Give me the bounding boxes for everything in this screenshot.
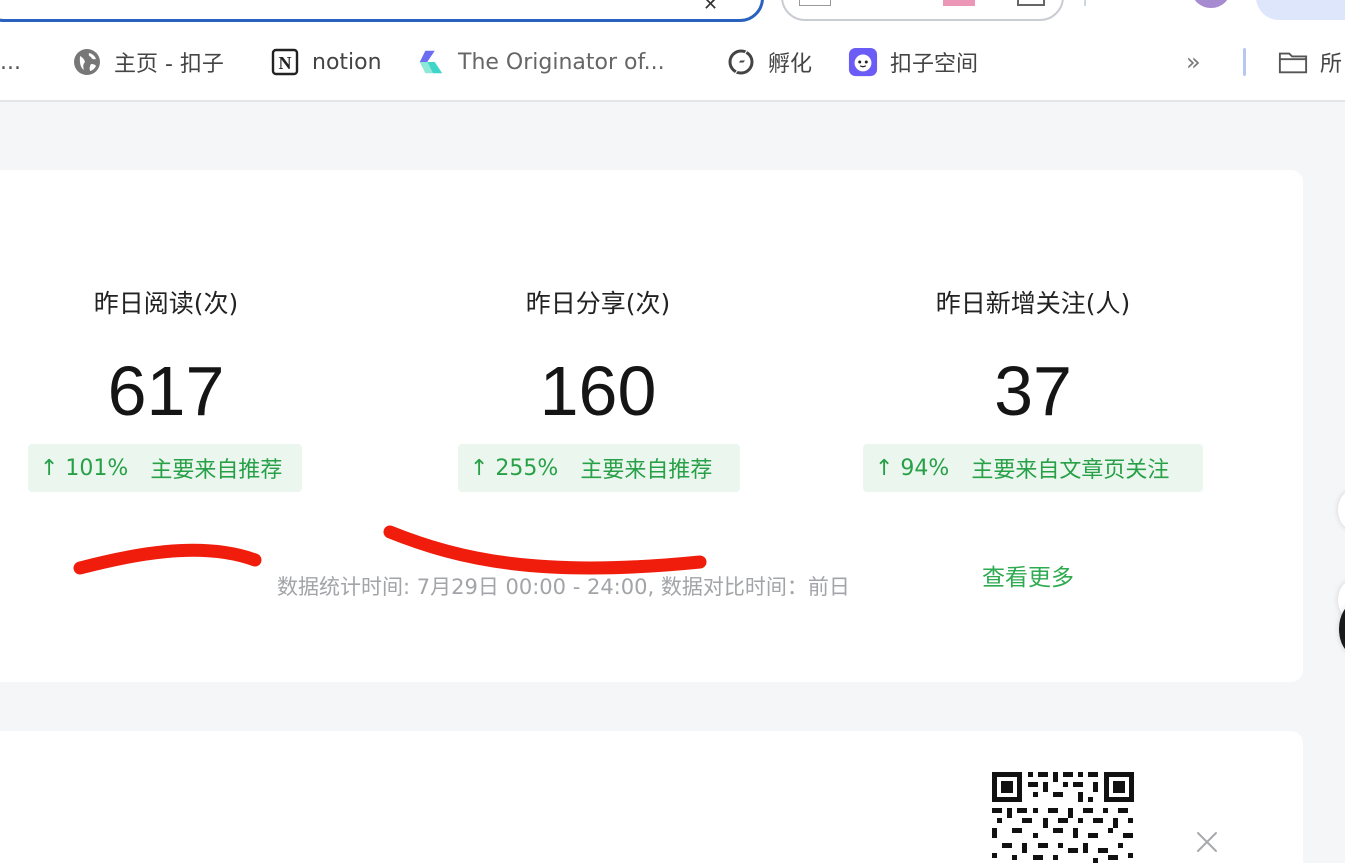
- bookmark-the-originator[interactable]: The Originator of...: [416, 44, 665, 80]
- address-bar[interactable]: [0, 0, 764, 22]
- bookmark-label: The Originator of...: [458, 49, 665, 75]
- bookmarks-bar: ... 主页 - 扣子 N notion The Originator of..…: [0, 24, 1345, 102]
- extension-icon[interactable]: [1017, 0, 1045, 6]
- profile-avatar[interactable]: [1192, 0, 1230, 8]
- coze-space-icon: [848, 47, 878, 77]
- bookmark-coze-space[interactable]: 扣子空间: [848, 44, 978, 80]
- extension-icon[interactable]: [943, 0, 975, 6]
- qr-code[interactable]: [990, 770, 1136, 863]
- change-source: 主要来自文章页关注: [971, 458, 1170, 483]
- close-icon[interactable]: [1195, 830, 1219, 854]
- stat-change-badge: ↑ 94% 主要来自文章页关注: [863, 444, 1203, 492]
- change-percent: ↑ 94%: [875, 455, 950, 481]
- stat-label: 昨日阅读(次): [93, 289, 239, 318]
- lightning-circle-icon: [726, 47, 756, 77]
- originator-logo-icon: [416, 47, 446, 77]
- bookmark-notion[interactable]: N notion: [270, 44, 382, 80]
- bookmark-label: notion: [312, 49, 382, 75]
- svg-text:N: N: [279, 53, 292, 73]
- floating-side-button[interactable]: [1338, 490, 1345, 530]
- stat-change-badge: ↑ 255% 主要来自推荐: [458, 444, 740, 492]
- bookmark-label: 孵化: [768, 52, 813, 77]
- stat-reads: 昨日阅读(次) 617: [44, 284, 288, 426]
- browser-toolbar: ✕: [0, 0, 1345, 24]
- stat-value: 160: [539, 352, 657, 430]
- see-more-link[interactable]: 查看更多: [982, 558, 1074, 592]
- bookmarks-divider: [1243, 48, 1246, 76]
- bookmark-label: 主页 - 扣子: [114, 52, 224, 77]
- change-source: 主要来自推荐: [150, 458, 283, 483]
- bookmarks-more-chevron-icon[interactable]: »: [1186, 44, 1201, 80]
- stat-shares: 昨日分享(次) 160: [476, 284, 720, 426]
- stat-change-badge: ↑ 101% 主要来自推荐: [28, 444, 302, 492]
- change-source: 主要来自推荐: [580, 458, 713, 483]
- bookmark-incubate[interactable]: 孵化: [726, 44, 812, 80]
- globe-icon: [72, 47, 102, 77]
- bookmark-all-folder[interactable]: 所: [1278, 44, 1342, 80]
- notion-icon: N: [270, 47, 300, 77]
- change-percent: ↑ 255%: [470, 455, 559, 481]
- bookmark-overflow-left[interactable]: ...: [0, 44, 21, 80]
- stat-label: 昨日分享(次): [525, 289, 671, 318]
- clear-url-icon[interactable]: ✕: [703, 0, 718, 15]
- stat-value: 37: [994, 352, 1072, 430]
- toolbar-divider: [1084, 0, 1086, 6]
- stats-time-note: 数据统计时间: 7月29日 00:00 - 24:00, 数据对比时间：前日: [277, 575, 850, 599]
- bookmark-label: 所: [1320, 52, 1343, 77]
- stat-value: 617: [107, 352, 225, 430]
- stat-new-followers: 昨日新增关注(人) 37: [902, 284, 1164, 426]
- folder-icon: [1278, 47, 1308, 77]
- change-percent: ↑ 101%: [40, 455, 129, 481]
- stat-label: 昨日新增关注(人): [935, 289, 1131, 318]
- profile-pill-button[interactable]: [1256, 0, 1345, 20]
- bookmark-home-coze[interactable]: 主页 - 扣子: [72, 44, 224, 80]
- extension-icon[interactable]: [799, 0, 831, 6]
- extensions-pill[interactable]: [781, 0, 1064, 21]
- bookmark-label: 扣子空间: [890, 52, 979, 77]
